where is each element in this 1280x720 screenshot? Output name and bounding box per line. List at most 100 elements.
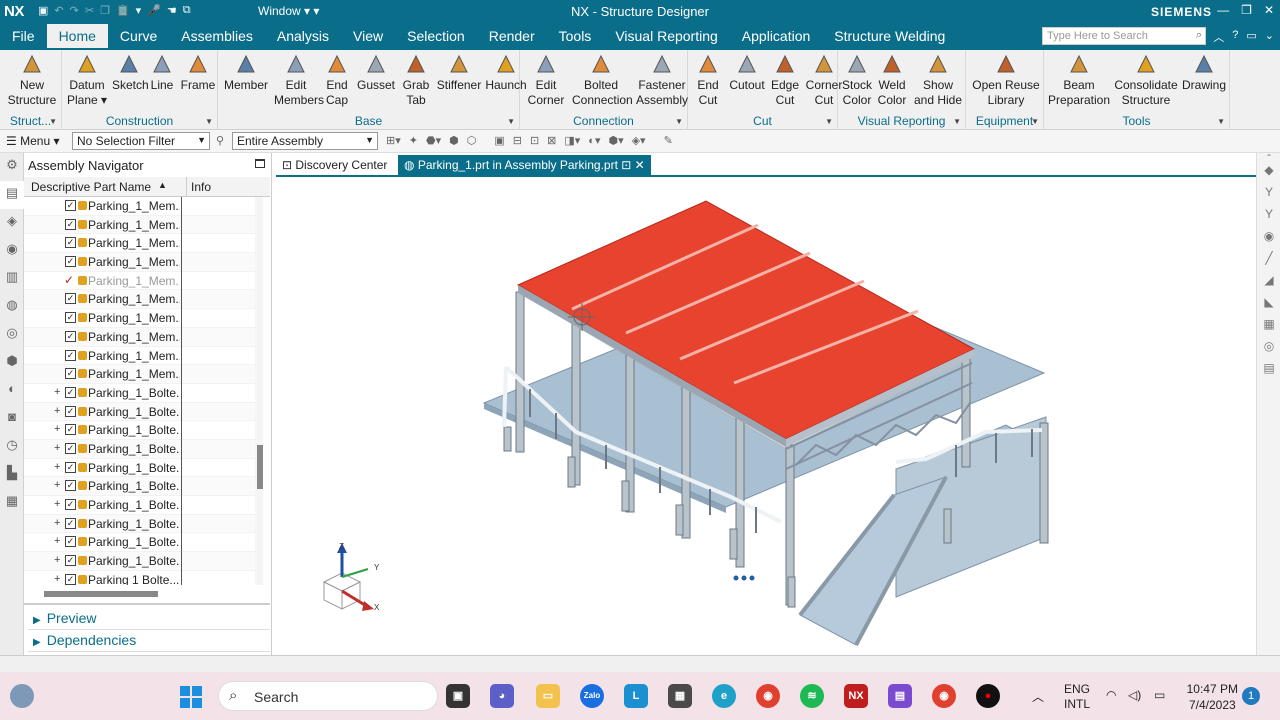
show-hide-icon[interactable]: ◎	[1257, 339, 1280, 361]
tab-curve[interactable]: Curve	[108, 24, 169, 50]
chevron-down-icon[interactable]: ▼	[507, 117, 515, 126]
chevron-down-icon[interactable]: ▼	[825, 117, 833, 126]
taskbar-clock[interactable]: 10:47 PM 7/4/2023	[1187, 681, 1238, 713]
visibility-checkbox[interactable]: ✓	[65, 200, 76, 211]
windows-start-button[interactable]	[180, 686, 202, 708]
column-info[interactable]: Info	[186, 177, 211, 197]
visibility-checkbox[interactable]: ✓	[65, 386, 76, 398]
expand-icon[interactable]: +	[54, 479, 60, 491]
edit-members-button[interactable]: Edit Members	[274, 52, 324, 108]
tree-row[interactable]: ✓ Parking_1_Mem...	[24, 271, 258, 291]
edit-members-icon[interactable]: Y	[1257, 207, 1280, 229]
settings-icon[interactable]: ⚙	[0, 153, 24, 181]
filter-icon[interactable]: ⚲	[216, 134, 224, 147]
maximize-panel-icon[interactable]	[255, 159, 265, 168]
navigator-vertical-scrollbar[interactable]	[255, 197, 263, 585]
reuse-library-button[interactable]: Open Reuse Library	[968, 52, 1044, 108]
tree-row[interactable]: + ✓ Parking_1_Bolte...	[24, 383, 258, 403]
tree-row[interactable]: + ✓ Parking_1_Bolte...	[24, 533, 258, 553]
ribbon-group-label[interactable]: Visual Reporting	[838, 114, 965, 128]
restore-button[interactable]: ❐	[1241, 3, 1252, 17]
expand-icon[interactable]: +	[54, 554, 60, 566]
ribbon-group-label[interactable]: Construction	[62, 114, 217, 128]
body-icon[interactable]: ⬢	[449, 134, 459, 147]
graphics-window[interactable]: Z Y X	[276, 177, 1256, 655]
chevron-down-icon[interactable]: ▼	[953, 117, 961, 126]
clipchamp-icon[interactable]: ▤	[888, 684, 912, 708]
roles-icon[interactable]: ◙	[0, 405, 24, 433]
visibility-checkbox[interactable]: ✓	[65, 256, 76, 268]
tree-row[interactable]: ✓ Parking_1_Mem...	[24, 215, 258, 235]
file-menu[interactable]: File	[0, 24, 47, 50]
column-descriptive-part-name[interactable]: Descriptive Part Name	[31, 180, 151, 194]
tab-visual-reporting[interactable]: Visual Reporting	[603, 24, 729, 50]
battery-icon[interactable]: ▭	[1154, 688, 1165, 702]
expand-icon[interactable]: +	[54, 442, 60, 454]
collapse-ribbon-icon[interactable]: ︿	[1213, 29, 1224, 45]
full-screen-icon[interactable]: ⛶	[1198, 29, 1206, 45]
history-icon[interactable]: ⬢	[0, 349, 24, 377]
tab-view[interactable]: View	[341, 24, 395, 50]
visibility-checkbox[interactable]: ✓	[65, 573, 76, 585]
frame-button[interactable]: Frame	[178, 52, 218, 93]
teams-icon[interactable]: ◕	[490, 684, 514, 708]
zalo-icon[interactable]: Zalo	[580, 684, 604, 708]
fastener-assembly-button[interactable]: Fastener Assembly	[632, 52, 692, 108]
visibility-checkbox[interactable]: ✓	[65, 536, 76, 548]
tree-row[interactable]: ✓ Parking_1_Mem...	[24, 290, 258, 310]
edit-corner-button[interactable]: Edit Corner	[522, 52, 570, 108]
ribbon-group-label[interactable]: Cut	[688, 114, 837, 128]
display-icon[interactable]: ⬢▾	[608, 134, 623, 147]
beam-preparation-button[interactable]: Beam Preparation	[1046, 52, 1112, 108]
visibility-checkbox[interactable]: ✓	[65, 517, 76, 529]
haunch-icon[interactable]: ◣	[1257, 295, 1280, 317]
sketch-button[interactable]: Sketch	[112, 52, 149, 93]
tree-row[interactable]: ✓ Parking_1_Mem...	[24, 327, 258, 347]
visibility-checkbox[interactable]: ✓	[65, 312, 76, 324]
view-icon[interactable]: ▣	[494, 134, 504, 147]
chevron-down-icon[interactable]: ▼	[675, 117, 683, 126]
gusset-button[interactable]: Gusset	[356, 52, 396, 93]
edit-icon[interactable]: ✎	[664, 134, 673, 147]
weld-color-button[interactable]: Weld Color	[876, 52, 908, 108]
language-indicator[interactable]: ENG INTL	[1064, 682, 1090, 712]
visibility-checkbox[interactable]: ✓	[65, 405, 76, 417]
expand-icon[interactable]: +	[54, 573, 60, 585]
chevron-down-icon[interactable]: ▼	[1031, 117, 1039, 126]
visibility-checkbox[interactable]: ✓	[65, 424, 76, 436]
weather-widget-icon[interactable]	[10, 684, 34, 708]
ribbon-group-label[interactable]: Connection	[520, 114, 687, 128]
datum-plane-button[interactable]: Datum Plane ▾	[64, 52, 110, 108]
tab-render[interactable]: Render	[477, 24, 547, 50]
tree-row[interactable]: + ✓ Parking_1_Bolte...	[24, 477, 258, 497]
visibility-checkbox[interactable]: ✓	[65, 499, 76, 510]
navigator-vertical-scroll-thumb[interactable]	[257, 445, 263, 489]
tree-row[interactable]: ✓ Parking_1_Mem...	[24, 346, 258, 366]
tree-row[interactable]: + ✓ Parking_1_Bolte...	[24, 402, 258, 422]
end-cap-button[interactable]: End Cap	[320, 52, 354, 108]
bolted-connection-button[interactable]: Bolted Connection	[572, 52, 633, 108]
hd3d-icon[interactable]: ◍	[0, 293, 24, 321]
bolted-connection-icon[interactable]: ◉	[1257, 229, 1280, 251]
suppressed-check-icon[interactable]: ✓	[64, 273, 74, 287]
section-icon[interactable]: ⊟	[513, 134, 522, 147]
shading-icon[interactable]: ◐▾	[588, 134, 600, 147]
screen-recorder-icon[interactable]: ●	[976, 684, 1000, 708]
member-button[interactable]: Member	[220, 52, 272, 93]
reuse-library-icon[interactable]: ▤	[1257, 361, 1280, 383]
chevron-down-icon[interactable]: ▼	[49, 117, 57, 126]
clock-icon[interactable]: ◷	[0, 433, 24, 461]
tree-row[interactable]: + ✓ Parking_1_Bolte...	[24, 421, 258, 441]
visibility-checkbox[interactable]: ✓	[65, 330, 76, 342]
feature-icon[interactable]: ⬣▾	[426, 134, 441, 147]
tab-structure-welding[interactable]: Structure Welding	[822, 24, 957, 50]
tree-row[interactable]: ✓ Parking_1_Mem...	[24, 197, 258, 216]
tab-tools[interactable]: Tools	[547, 24, 604, 50]
tree-row[interactable]: + ✓ Parking 1 Bolte...	[24, 570, 258, 585]
visibility-checkbox[interactable]: ✓	[65, 349, 76, 361]
selection-filter-dropdown[interactable]: No Selection Filter ▼	[72, 132, 210, 150]
new-structure-icon[interactable]: ◆	[1257, 163, 1280, 185]
visibility-checkbox[interactable]: ✓	[65, 237, 76, 249]
pin-icon[interactable]: ⊡	[621, 158, 631, 172]
line-icon[interactable]: ╱	[1257, 251, 1280, 273]
